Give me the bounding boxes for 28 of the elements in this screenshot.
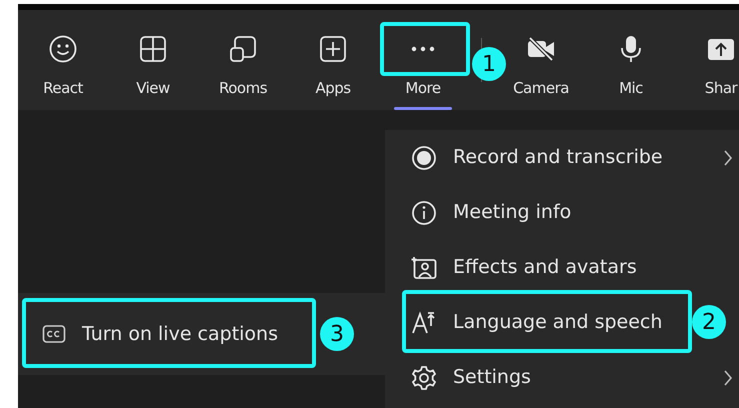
toolbar-button[interactable]: Apps — [288, 10, 378, 110]
toolbar-button[interactable]: Shar — [676, 10, 739, 110]
toolbar-button[interactable]: View — [108, 10, 198, 110]
camera-off-icon — [526, 34, 556, 64]
step-number: 3 — [320, 317, 354, 351]
toolbar-button[interactable]: More — [378, 10, 468, 110]
toolbar-button[interactable]: React — [18, 10, 108, 110]
grid-icon — [138, 34, 168, 64]
menu-item[interactable]: Meeting info — [385, 185, 739, 240]
menu-item[interactable]: Effects and avatars — [385, 240, 739, 295]
plus-icon — [318, 34, 348, 64]
more-icon — [411, 46, 435, 52]
captions-icon — [42, 324, 66, 344]
settings-icon — [411, 364, 437, 390]
selected-indicator — [394, 107, 452, 110]
smile-icon — [48, 34, 78, 64]
effects-icon — [411, 256, 437, 280]
live-captions-button[interactable]: Turn on live captions — [42, 320, 278, 348]
record-icon — [411, 144, 437, 170]
rooms-icon — [228, 34, 258, 64]
menu-item[interactable]: Settings — [385, 350, 739, 405]
menu-item[interactable]: Record and transcribe — [385, 130, 739, 185]
step-number: 1 — [472, 47, 506, 81]
language-icon — [411, 310, 437, 336]
toolbar-button[interactable]: Mic — [586, 10, 676, 110]
toolbar-button[interactable]: Rooms — [198, 10, 288, 110]
step-number: 2 — [692, 305, 726, 339]
info-icon — [411, 200, 437, 226]
